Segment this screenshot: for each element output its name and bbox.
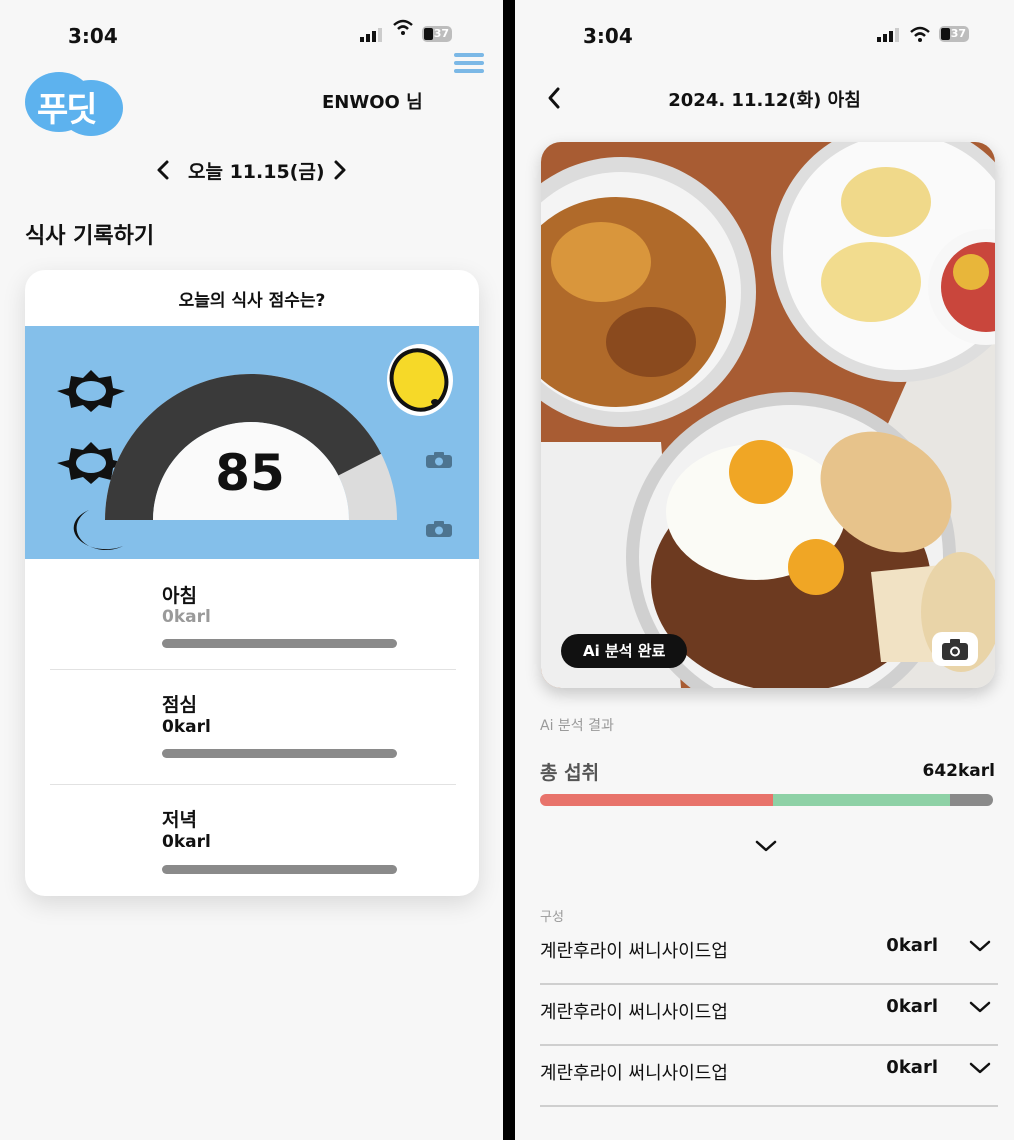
home-screen: 3:04 37 푸딧 ENWOO 님 오늘 11.15(금) 식사 기록하기 오… bbox=[0, 0, 503, 1140]
component-row[interactable]: 계란후라이 써니사이드업 0karl bbox=[540, 1045, 998, 1107]
component-calories: 0karl bbox=[886, 935, 938, 956]
analysis-label: Ai 분석 결과 bbox=[540, 718, 614, 734]
signal-icon bbox=[877, 28, 899, 42]
header-title: 2024. 11.12(화) 아침 bbox=[668, 90, 861, 111]
meal-detail-screen: 3:04 37 2024. 11.12(화) 아침 Ai 분석 완료 Ai 분석… bbox=[515, 0, 1014, 1140]
component-name: 계란후라이 써니사이드업 bbox=[540, 941, 728, 962]
intake-breakdown-bar bbox=[540, 794, 993, 806]
expand-chevron-icon[interactable] bbox=[754, 838, 778, 854]
camera-icon[interactable] bbox=[426, 521, 452, 537]
meal-calories: 0karl bbox=[162, 717, 211, 737]
lemon-mascot-icon bbox=[387, 344, 453, 416]
wifi-icon bbox=[910, 26, 930, 42]
meal-progress-bar bbox=[162, 865, 397, 874]
status-icons: 37 bbox=[877, 26, 969, 42]
chevron-down-icon[interactable] bbox=[968, 1059, 992, 1077]
meal-progress-bar bbox=[162, 749, 397, 758]
meal-progress-bar bbox=[162, 639, 397, 648]
meal-photo[interactable]: Ai 분석 완료 bbox=[541, 142, 995, 688]
battery-icon: 37 bbox=[422, 26, 452, 42]
component-name: 계란후라이 써니사이드업 bbox=[540, 1063, 728, 1084]
chevron-down-icon[interactable] bbox=[968, 998, 992, 1016]
date-label: 오늘 11.15(금) bbox=[188, 161, 325, 183]
signal-icon bbox=[360, 28, 382, 42]
chevron-down-icon[interactable] bbox=[968, 937, 992, 955]
component-calories: 0karl bbox=[886, 996, 938, 1017]
status-time: 3:04 bbox=[68, 24, 118, 48]
user-name: ENWOO 님 bbox=[322, 92, 423, 113]
ai-analysis-badge: Ai 분석 완료 bbox=[561, 634, 688, 668]
prev-day-chevron-icon[interactable] bbox=[156, 159, 170, 181]
meal-photo-image bbox=[541, 142, 995, 688]
wifi-icon bbox=[393, 19, 413, 35]
component-row[interactable]: 계란후라이 써니사이드업 0karl bbox=[540, 923, 998, 985]
section-title: 식사 기록하기 bbox=[25, 224, 155, 249]
meal-breakfast[interactable]: 아침 0karl bbox=[25, 559, 479, 671]
battery-icon: 37 bbox=[939, 26, 969, 42]
meal-score-card: 오늘의 식사 점수는? 85 아침 0karl 점심 0karl 저녁 0kar… bbox=[25, 270, 479, 896]
component-name: 계란후라이 써니사이드업 bbox=[540, 1002, 728, 1023]
meal-calories: 0karl bbox=[162, 832, 211, 852]
retake-photo-button[interactable] bbox=[932, 632, 978, 666]
camera-icon bbox=[942, 639, 968, 660]
intake-segment-2 bbox=[949, 794, 993, 806]
meal-name: 아침 bbox=[162, 585, 197, 607]
meal-dinner[interactable]: 저녁 0karl bbox=[25, 785, 479, 896]
menu-icon[interactable] bbox=[454, 52, 484, 74]
camera-icon[interactable] bbox=[426, 452, 452, 468]
meal-lunch[interactable]: 점심 0karl bbox=[25, 670, 479, 784]
status-icons: 37 bbox=[360, 19, 452, 42]
status-time: 3:04 bbox=[583, 24, 633, 48]
meal-calories: 0karl bbox=[162, 607, 211, 627]
total-intake-value: 642karl bbox=[922, 761, 995, 781]
score-panel: 85 bbox=[25, 326, 479, 559]
score-value: 85 bbox=[215, 444, 285, 502]
total-intake-label: 총 섭취 bbox=[540, 762, 600, 784]
component-row[interactable]: 계란후라이 써니사이드업 0karl bbox=[540, 984, 998, 1046]
score-card-title: 오늘의 식사 점수는? bbox=[178, 291, 326, 311]
intake-segment-0 bbox=[540, 794, 774, 806]
meal-name: 저녁 bbox=[162, 809, 197, 831]
logo-text: 푸딧 bbox=[37, 90, 98, 130]
meal-name: 점심 bbox=[162, 694, 197, 716]
next-day-chevron-icon[interactable] bbox=[333, 159, 347, 181]
intake-segment-1 bbox=[773, 794, 950, 806]
component-calories: 0karl bbox=[886, 1057, 938, 1078]
app-logo[interactable]: 푸딧 bbox=[25, 72, 123, 136]
